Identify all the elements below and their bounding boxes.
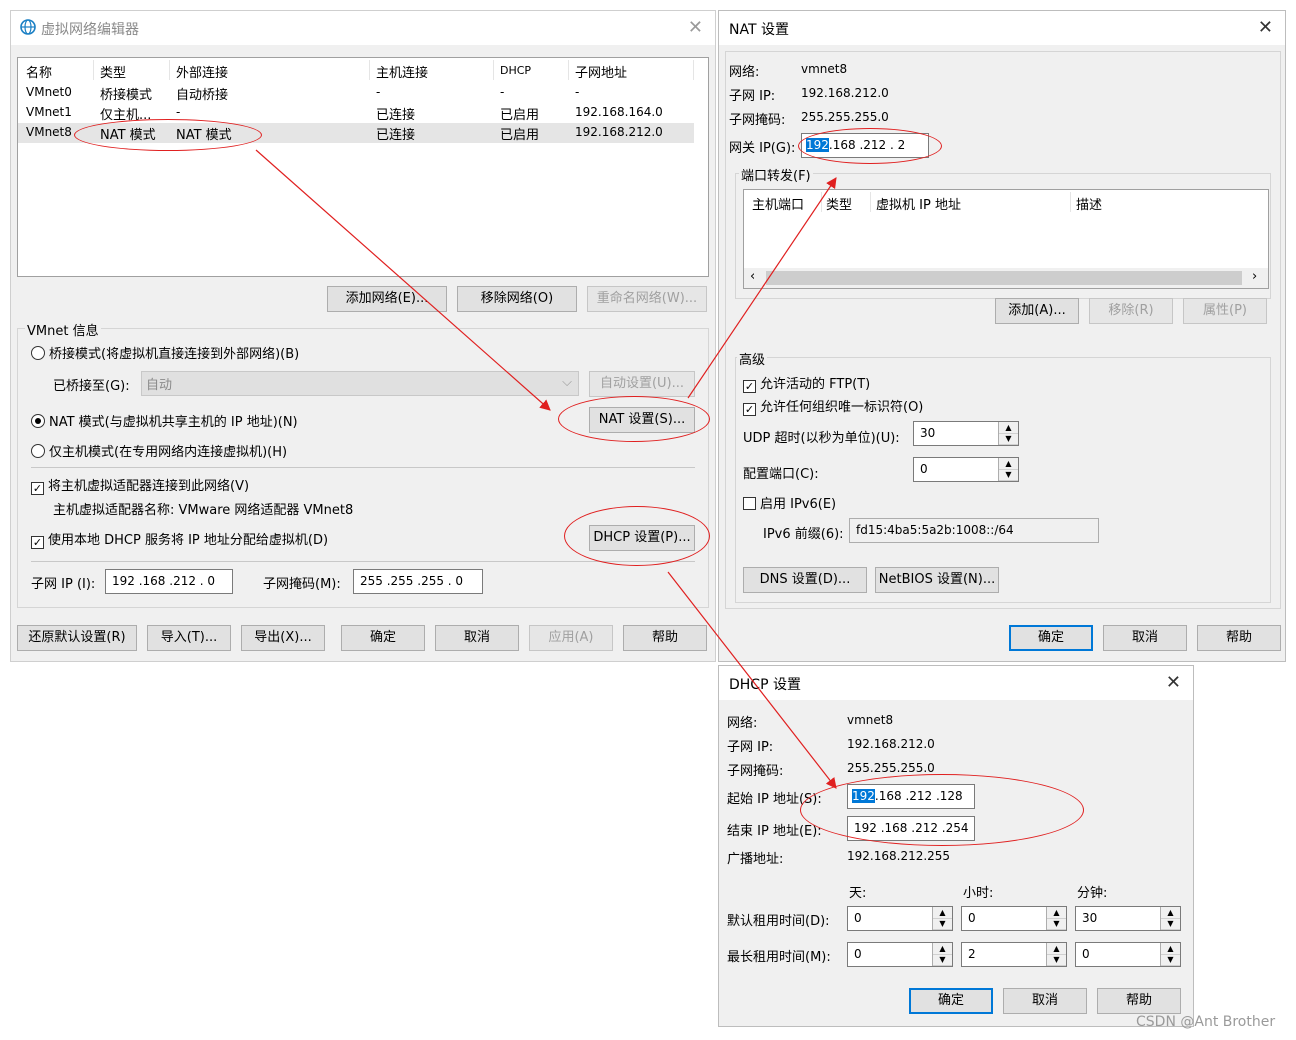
arrow-to-nat-settings [256,150,550,410]
watermark: CSDN @Ant Brother [1136,1014,1275,1030]
arrow-to-start-ip [668,572,836,788]
annotation-arrows [0,0,1296,1040]
arrow-to-gateway [688,178,836,398]
